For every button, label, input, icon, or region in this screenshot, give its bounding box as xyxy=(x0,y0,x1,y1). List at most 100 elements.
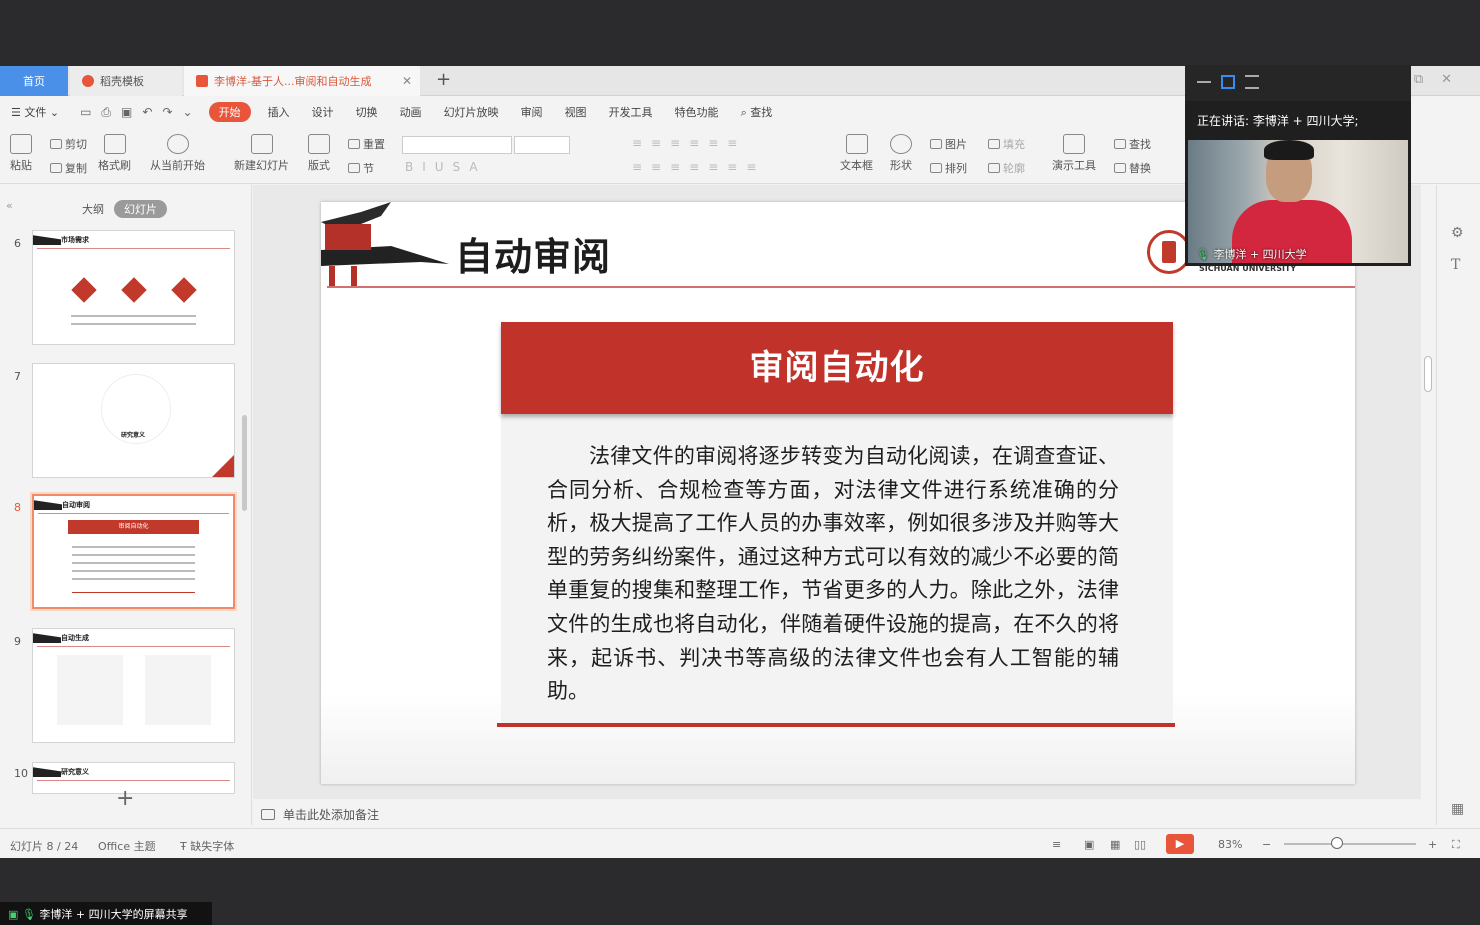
meeting-video-panel: 正在讲话: 李博洋 + 四川大学; 🎙 李博洋 + 四川大学 xyxy=(1185,65,1411,266)
presentation-tools-icon xyxy=(1063,134,1085,154)
paste-label: 粘贴 xyxy=(10,159,32,172)
textbox-button[interactable]: 文本框 xyxy=(840,134,873,173)
menu-animations[interactable]: 动画 xyxy=(389,104,433,120)
normal-view-icon[interactable]: ▣ xyxy=(1084,838,1094,851)
undo-icon[interactable]: ↶ xyxy=(142,105,152,119)
text-style-icon[interactable]: T xyxy=(1451,257,1460,273)
speaker-view-icon[interactable] xyxy=(1221,75,1235,89)
menu-review[interactable]: 审阅 xyxy=(510,104,554,120)
menu-transitions[interactable]: 切换 xyxy=(345,104,389,120)
tab-home[interactable]: 首页 xyxy=(0,66,68,96)
thumb-title: 研究意义 xyxy=(61,768,89,776)
section-button[interactable]: 节 xyxy=(348,160,374,176)
text-format-buttons[interactable]: BIUSA xyxy=(405,160,487,174)
menu-slideshow[interactable]: 幻灯片放映 xyxy=(433,104,510,120)
properties-icon[interactable]: ⚙ xyxy=(1451,225,1464,241)
shape-label: 形状 xyxy=(890,159,912,172)
thumb-text-line xyxy=(71,323,196,325)
print-icon[interactable]: ⎙ xyxy=(101,105,111,120)
format-painter-button[interactable]: 格式刷 xyxy=(98,134,131,173)
new-slide-label: 新建幻灯片 xyxy=(234,159,289,172)
theme-name[interactable]: Office 主题 xyxy=(98,838,156,854)
play-from-current-button[interactable]: 从当前开始 xyxy=(150,134,205,173)
fit-window-icon[interactable]: ⛶ xyxy=(1452,838,1460,852)
window-controls[interactable]: ⧉✕ xyxy=(1414,72,1470,87)
collapse-panel-icon[interactable]: « xyxy=(6,199,13,212)
tab-templates-label: 稻壳模板 xyxy=(100,75,144,88)
thumb-divider xyxy=(38,513,229,514)
find-button[interactable]: 查找 xyxy=(1114,136,1151,152)
zoom-level[interactable]: 83% xyxy=(1218,838,1242,851)
add-slide-button[interactable]: + xyxy=(116,786,134,811)
shape-button[interactable]: 形状 xyxy=(890,134,912,173)
thumb-roof-decoration xyxy=(34,500,62,510)
menu-developer[interactable]: 开发工具 xyxy=(598,104,664,120)
close-tab-icon[interactable]: ✕ xyxy=(402,74,412,88)
picture-button[interactable]: 图片 xyxy=(930,136,967,152)
section-icon xyxy=(348,163,360,173)
menu-insert[interactable]: 插入 xyxy=(257,104,301,120)
slide-thumbnail-8-selected[interactable]: 自动审阅 审阅自动化 xyxy=(30,492,237,611)
notes-pane[interactable]: 单击此处添加备注 xyxy=(253,799,1421,825)
zoom-slider-handle[interactable] xyxy=(1331,837,1343,849)
save-icon[interactable]: ▭ xyxy=(80,105,91,119)
slide-thumbnail-9[interactable]: 自动生成 xyxy=(32,628,235,743)
cut-label: 剪切 xyxy=(65,138,87,151)
layout-button[interactable]: 版式 xyxy=(308,134,330,173)
current-slide[interactable]: 自动审阅 SICHUAN UNIVERSITY 审阅自动化 法律文件的审阅将逐步… xyxy=(321,202,1355,784)
customize-icon[interactable]: ⌄ xyxy=(183,105,193,119)
list-view-icon[interactable] xyxy=(1245,75,1259,89)
card-bottom-rule xyxy=(497,723,1175,727)
presentation-tools-button[interactable]: 演示工具 xyxy=(1052,134,1096,173)
slideshow-play-button[interactable]: ▶ xyxy=(1166,834,1194,854)
thumbnail-scrollbar[interactable] xyxy=(242,415,247,511)
print-preview-icon[interactable]: ▣ xyxy=(121,105,132,119)
presentation-file-icon xyxy=(196,75,208,87)
reset-button[interactable]: 重置 xyxy=(348,136,385,152)
replace-button[interactable]: 替换 xyxy=(1114,160,1151,176)
tab-slides[interactable]: 幻灯片 xyxy=(114,200,167,218)
zoom-in-button[interactable]: + xyxy=(1428,838,1437,851)
paragraph-buttons[interactable]: ≡≡≡≡≡≡ xyxy=(632,136,746,150)
tab-templates[interactable]: 稻壳模板 xyxy=(70,66,182,96)
missing-font-button[interactable]: Ŧ 缺失字体 xyxy=(180,838,234,854)
quick-access-toolbar: ▭ ⎙ ▣ ↶ ↷ ⌄ xyxy=(70,105,202,120)
tab-current-document[interactable]: 李博洋-基于人...审阅和自动生成 ✕ xyxy=(184,66,420,96)
new-slide-button[interactable]: 新建幻灯片 xyxy=(234,134,289,173)
notes-icon xyxy=(261,809,275,820)
zoom-out-button[interactable]: − xyxy=(1262,838,1271,851)
view-notes-icon[interactable]: ≡ xyxy=(1052,838,1061,851)
zoom-slider-track[interactable] xyxy=(1284,843,1416,845)
slide-thumbnail-6[interactable]: 市场需求 xyxy=(32,230,235,345)
file-menu[interactable]: ☰ 文件 ⌄ xyxy=(0,104,70,120)
tab-outline[interactable]: 大纲 xyxy=(82,201,104,217)
slide-thumbnail-panel: « 大纲 幻灯片 6 市场需求 7 研究意义 8 自动审阅 审阅自动化 9 自动… xyxy=(0,185,252,825)
menu-view[interactable]: 视图 xyxy=(554,104,598,120)
fill-button[interactable]: 填充 xyxy=(988,136,1025,152)
video-panel-toolbar xyxy=(1185,65,1411,101)
alignment-buttons[interactable]: ≡≡≡≡≡≡≡ xyxy=(632,160,765,174)
redo-icon[interactable]: ↷ xyxy=(162,105,172,119)
arrange-button[interactable]: 排列 xyxy=(930,160,967,176)
reading-view-icon[interactable]: ▯▯ xyxy=(1134,838,1146,851)
font-size-select[interactable] xyxy=(514,136,570,154)
grid-apps-icon[interactable]: ▦ xyxy=(1451,801,1464,817)
slide-editing-canvas: 自动审阅 SICHUAN UNIVERSITY 审阅自动化 法律文件的审阅将逐步… xyxy=(253,185,1421,825)
copy-button[interactable]: 复制 xyxy=(50,160,87,176)
menu-features[interactable]: 特色功能 xyxy=(664,104,730,120)
menu-search[interactable]: ⌕ 查找 xyxy=(730,104,784,120)
paste-button[interactable]: 粘贴 xyxy=(10,134,32,173)
menu-design[interactable]: 设计 xyxy=(301,104,345,120)
shape-icon xyxy=(890,134,912,154)
font-family-select[interactable] xyxy=(402,136,512,154)
sorter-view-icon[interactable]: ▦ xyxy=(1110,838,1120,851)
outline-button[interactable]: 轮廓 xyxy=(988,160,1025,176)
canvas-scrollbar[interactable] xyxy=(1424,356,1432,392)
slide-thumbnail-7[interactable]: 研究意义 xyxy=(32,363,235,478)
participant-name: 李博洋 + 四川大学 xyxy=(1213,248,1307,261)
new-tab-button[interactable]: + xyxy=(436,69,451,90)
menu-start[interactable]: 开始 xyxy=(208,102,251,122)
cut-button[interactable]: 剪切 xyxy=(50,136,87,152)
thumb-red-rule xyxy=(72,592,195,593)
minimize-icon[interactable] xyxy=(1197,75,1211,83)
